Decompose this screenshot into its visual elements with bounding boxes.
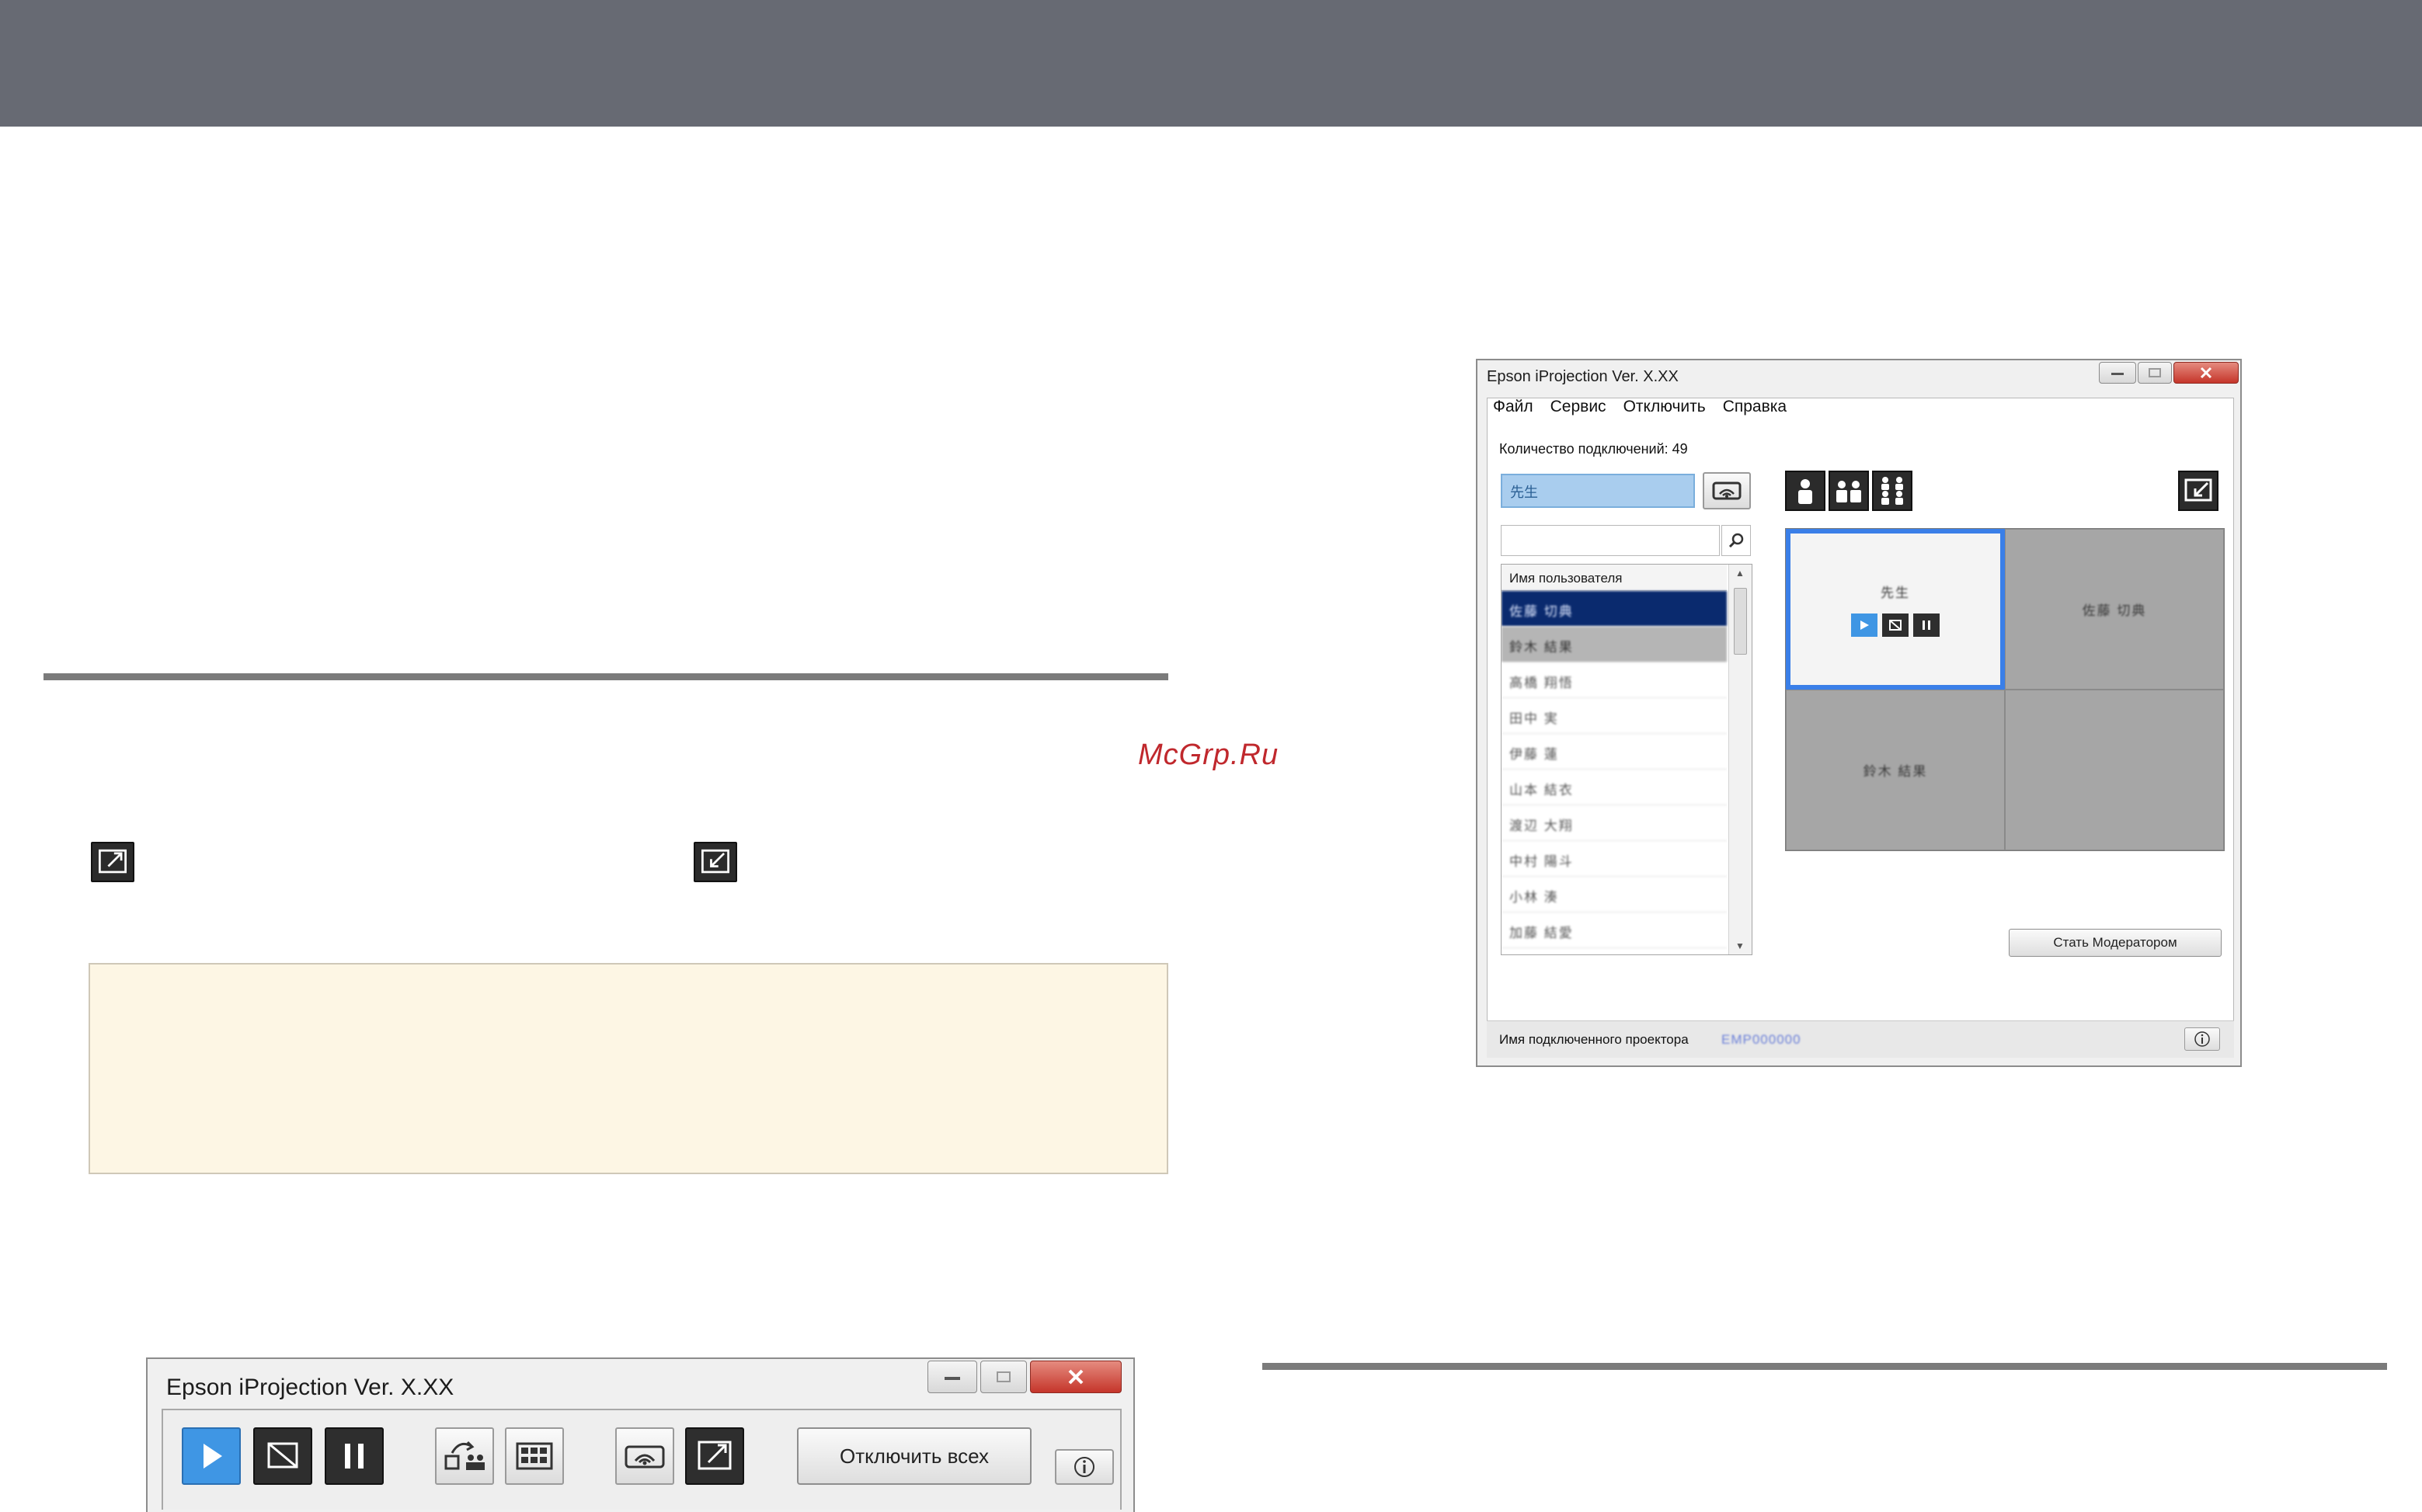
list-item[interactable]: 加藤 結愛 [1502,912,1727,948]
user-list: Имя пользователя 佐藤 切典 鈴木 結果 高橋 翔悟 田中 実 … [1501,564,1752,955]
selected-user-field[interactable]: 先生 [1501,474,1695,508]
cell-pause-button[interactable] [1913,613,1940,637]
maximize-button[interactable] [2138,362,2172,384]
projection-target-button[interactable] [1703,472,1751,509]
menu-disconnect[interactable]: Отключить [1623,398,1706,416]
scroll-up-icon[interactable]: ▲ [1735,568,1745,579]
expand-icon [698,1441,732,1470]
iprojection-compact-window: Epson iProjection Ver. X.XX Отключить вс… [146,1357,1135,1512]
list-item[interactable]: 田中 実 [1502,698,1727,734]
shrink-screen-icon [2184,478,2212,502]
layout-four-button[interactable] [1872,471,1912,511]
stop-button[interactable] [253,1427,312,1485]
section-divider [43,673,1168,680]
play-button[interactable] [182,1427,241,1485]
layout-single-button[interactable] [1785,471,1825,511]
close-button[interactable] [1030,1361,1122,1393]
scroll-down-icon[interactable]: ▼ [1735,940,1745,951]
search-button[interactable] [1721,525,1751,556]
pause-icon [1923,620,1930,630]
cell-play-button[interactable] [1851,613,1877,637]
iprojection-moderator-window: Epson iProjection Ver. X.XX Файл Сервис … [1476,359,2242,1067]
minimize-button[interactable] [927,1361,977,1393]
minimize-icon [945,1377,960,1380]
list-item[interactable]: 鈴木 結果 [1502,627,1727,662]
window-title: Epson iProjection Ver. X.XX [1487,368,1679,385]
maximize-icon [997,1371,1011,1382]
minimize-button[interactable] [2099,362,2136,384]
search-icon [1728,533,1744,548]
become-moderator-button[interactable]: Стать Модератором [2009,929,2222,957]
switch-presenter-button[interactable] [435,1427,494,1485]
expand-screen-icon [91,842,134,882]
multi-screen-button[interactable] [505,1427,564,1485]
list-item[interactable]: 伊藤 蓮 [1502,734,1727,770]
stop-icon [1889,620,1902,631]
layout-two-button[interactable] [1829,471,1869,511]
switch-presenter-icon [444,1441,485,1470]
cell-user-name: 鈴木 結果 [1863,764,1928,779]
close-icon [2200,367,2212,379]
cell-user-name: 先生 [1881,586,1910,600]
shrink-screen-icon [694,842,737,882]
note-box [89,963,1168,1174]
list-scrollbar[interactable]: ▲ ▼ [1728,565,1752,954]
scroll-thumb[interactable] [1734,588,1747,655]
status-label: Имя подключенного проектора [1499,1032,1689,1047]
list-item[interactable]: 小林 湊 [1502,877,1727,912]
list-item[interactable]: 佐藤 切典 [1502,591,1727,627]
four-users-icon [1881,477,1903,505]
disconnect-all-button[interactable]: Отключить всех [797,1427,1032,1485]
watermark: McGrp.Ru [1138,739,1279,771]
list-item[interactable]: 山本 結衣 [1502,770,1727,805]
list-item[interactable]: 渡辺 大翔 [1502,805,1727,841]
menu-help[interactable]: Справка [1723,398,1787,416]
window-title: Epson iProjection Ver. X.XX [166,1375,454,1400]
play-icon [204,1444,222,1469]
projector-name: EMP000000 [1721,1032,1801,1047]
close-icon [1068,1369,1084,1385]
stop-icon [267,1442,298,1469]
grid-cell-active[interactable]: 先生 [1786,529,2005,690]
section-divider [1262,1363,2387,1370]
info-icon [1074,1457,1094,1477]
info-button[interactable] [2184,1027,2220,1051]
info-button[interactable] [1055,1449,1114,1485]
pause-icon [345,1444,364,1469]
grid-cell[interactable]: 鈴木 結果 [1786,690,2005,850]
projection-settings-button[interactable] [615,1427,674,1485]
two-users-icon [1836,481,1861,502]
menu-service[interactable]: Сервис [1550,398,1606,416]
menu-bar: Файл Сервис Отключить Справка [1493,398,1787,416]
status-bar: Имя подключенного проектора EMP000000 [1487,1020,2234,1058]
expand-window-button[interactable] [685,1427,744,1485]
menu-file[interactable]: Файл [1493,398,1533,416]
list-item[interactable]: 中村 陽斗 [1502,841,1727,877]
user-search-input[interactable] [1501,525,1720,556]
maximize-icon [2149,368,2161,377]
multi-screen-icon [516,1442,553,1470]
minimize-icon [2111,373,2124,375]
cell-stop-button[interactable] [1882,613,1909,637]
shrink-window-button[interactable] [2178,471,2218,511]
info-icon [2194,1031,2210,1047]
maximize-button[interactable] [980,1361,1027,1393]
cell-controls [1851,613,1940,637]
control-toolbar: Отключить всех [162,1409,1122,1510]
close-button[interactable] [2173,362,2239,384]
play-icon [1860,620,1869,630]
pause-button[interactable] [325,1427,384,1485]
cell-user-name: 佐藤 切典 [2082,603,2147,618]
single-user-icon [1798,479,1812,504]
page-header-bar [0,0,2422,127]
grid-cell[interactable]: 佐藤 切典 [2005,529,2224,690]
connection-count: Количество подключений: 49 [1499,441,1688,457]
wireless-projector-icon [1712,481,1742,500]
list-header: Имя пользователя [1502,565,1727,591]
list-item[interactable]: 高橋 翔悟 [1502,662,1727,698]
projection-grid: 先生 佐藤 切典 鈴木 結果 [1785,528,2225,851]
grid-cell-empty[interactable] [2005,690,2224,850]
projection-settings-icon [625,1445,665,1469]
